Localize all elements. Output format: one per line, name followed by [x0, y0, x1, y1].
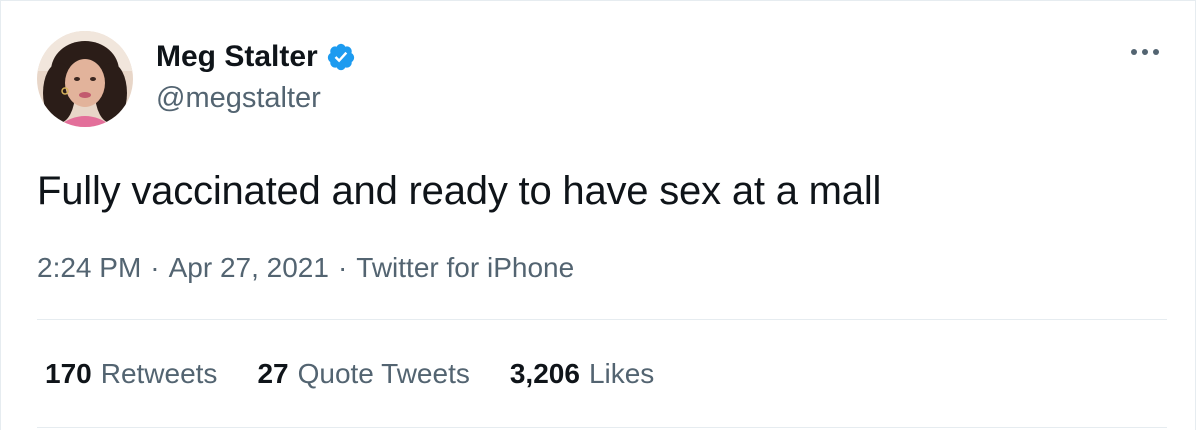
more-horizontal-icon-dot	[1153, 49, 1159, 55]
quote-tweets-stat[interactable]: 27 Quote Tweets	[257, 357, 469, 391]
tweet-card: Meg Stalter @megstalter Fully vaccinated…	[0, 0, 1196, 430]
meta-separator: ·	[150, 252, 160, 283]
avatar-image	[37, 31, 133, 127]
tweet-stats: 170 Retweets 27 Quote Tweets 3,206 Likes	[45, 357, 654, 391]
verified-badge-icon	[326, 42, 356, 72]
author-name[interactable]: Meg Stalter	[156, 39, 318, 75]
tweet-text: Fully vaccinated and ready to have sex a…	[37, 169, 882, 213]
avatar[interactable]	[37, 31, 133, 127]
quote-tweets-count: 27	[257, 358, 289, 389]
retweets-label: Retweets	[100, 358, 218, 389]
tweet-meta: 2:24 PM · Apr 27, 2021 · Twitter for iPh…	[37, 251, 574, 285]
more-horizontal-icon-dot	[1142, 49, 1148, 55]
retweets-stat[interactable]: 170 Retweets	[45, 357, 217, 391]
more-options-button[interactable]	[1125, 37, 1165, 67]
divider	[37, 319, 1167, 320]
likes-count: 3,206	[509, 358, 580, 389]
likes-label: Likes	[588, 358, 655, 389]
retweets-count: 170	[45, 358, 92, 389]
author-name-row: Meg Stalter	[156, 39, 356, 75]
tweet-date[interactable]: Apr 27, 2021	[169, 251, 329, 285]
meta-separator: ·	[337, 252, 348, 283]
tweet-time[interactable]: 2:24 PM	[37, 251, 141, 285]
tweet-source[interactable]: Twitter for iPhone	[356, 251, 574, 285]
author-handle[interactable]: @megstalter	[156, 81, 321, 115]
divider	[37, 427, 1167, 428]
quote-tweets-label: Quote Tweets	[297, 358, 470, 389]
more-horizontal-icon	[1131, 49, 1137, 55]
likes-stat[interactable]: 3,206 Likes	[510, 357, 654, 391]
